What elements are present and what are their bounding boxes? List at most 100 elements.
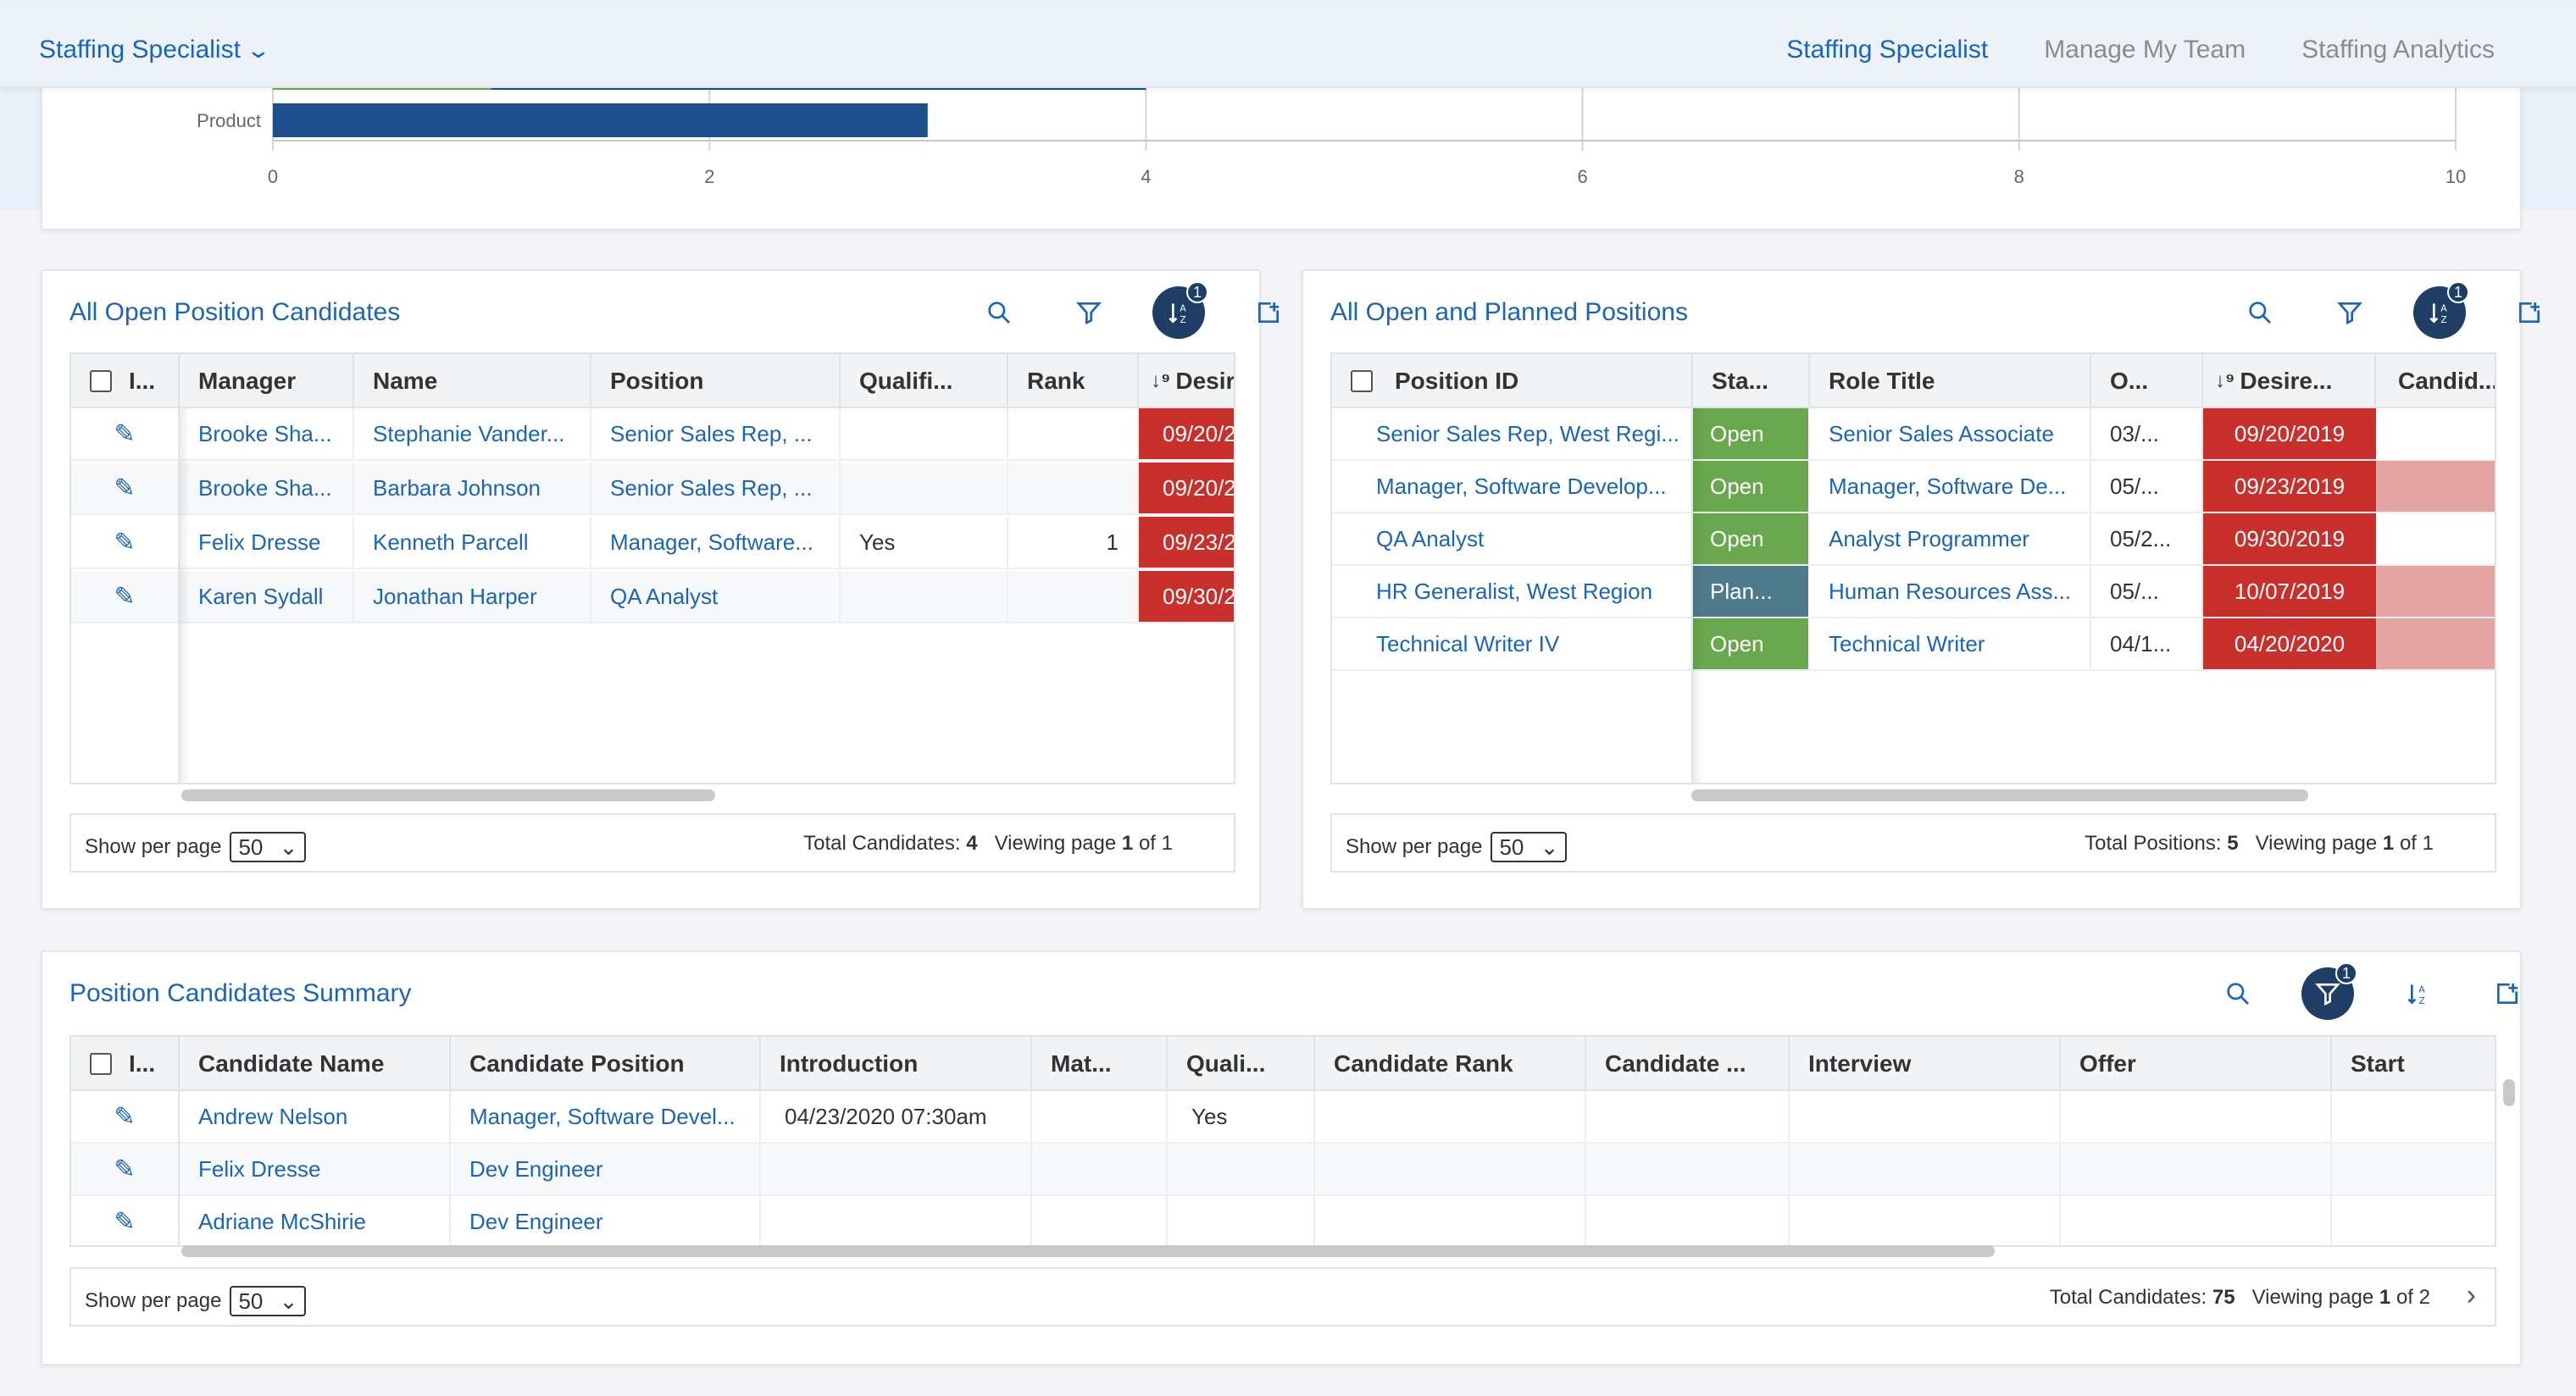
sort-icon[interactable]: AZ1 <box>1152 281 1208 339</box>
sort-icon[interactable]: AZ <box>2391 967 2444 1020</box>
export-icon[interactable] <box>2503 286 2556 339</box>
qualified-cell <box>1168 1196 1315 1245</box>
select-all-checkbox[interactable] <box>90 1053 112 1075</box>
position-cell[interactable]: Manager, Software... <box>591 517 841 568</box>
x-tick-label: 2 <box>704 166 714 187</box>
col-position-id[interactable]: Position ID <box>1332 354 1693 408</box>
candidate-position-cell[interactable]: Dev Engineer <box>451 1196 761 1245</box>
col-offer[interactable]: Offer <box>2061 1037 2332 1091</box>
search-icon[interactable] <box>973 286 1025 339</box>
nav-manage-my-team[interactable]: Manage My Team <box>2044 36 2246 64</box>
filter-count-badge: 1 <box>2335 962 2357 984</box>
col-position[interactable]: Position <box>591 354 841 408</box>
col-candidate-rank[interactable]: Candidate Rank <box>1315 1037 1586 1091</box>
role-title-cell[interactable]: Technical Writer <box>1810 618 2091 669</box>
panel-title: All Open and Planned Positions <box>1330 298 1688 326</box>
app-switcher[interactable]: Staffing Specialist ⌄ <box>39 36 271 64</box>
role-title-cell[interactable]: Human Resources Ass... <box>1810 566 2091 617</box>
role-title-cell[interactable]: Senior Sales Associate <box>1810 408 2091 459</box>
col-introduction[interactable]: Introduction <box>761 1037 1032 1091</box>
col-desired[interactable]: ↓⁹Desire <box>1139 354 1234 408</box>
chevron-down-icon: ⌄ <box>279 834 298 860</box>
name-cell[interactable]: Kenneth Parcell <box>354 517 591 568</box>
filter-icon[interactable]: 1 <box>2301 962 2357 1020</box>
col-matched[interactable]: Mat... <box>1032 1037 1168 1091</box>
col-interview[interactable]: Interview <box>1790 1037 2061 1091</box>
empty-cell <box>2061 1091 2332 1142</box>
select-all-checkbox[interactable] <box>90 370 112 392</box>
col-qualified[interactable]: Qualifi... <box>841 354 1008 408</box>
role-title-cell[interactable]: Manager, Software De... <box>1810 461 2091 512</box>
frozen-column-shadow <box>180 408 190 783</box>
opened-cell: 03/... <box>2091 408 2203 459</box>
col-candidates[interactable]: Candid... <box>2376 354 2495 408</box>
col-status[interactable]: Sta... <box>1693 354 1810 408</box>
panel-toolbar: AZ1 <box>2234 281 2556 339</box>
select-all-checkbox[interactable] <box>1351 370 1373 392</box>
table-row[interactable]: ✎ Brooke Sha... Stephanie Vander... Senior … <box>71 408 1234 461</box>
candidate-name-cell[interactable]: Adriane McShirie <box>180 1196 451 1245</box>
search-icon[interactable] <box>2212 967 2264 1020</box>
name-cell[interactable]: Stephanie Vander... <box>354 408 591 459</box>
sort-icon[interactable]: AZ1 <box>2413 281 2469 339</box>
filter-icon[interactable] <box>2323 286 2376 339</box>
x-tick-label: 6 <box>1577 166 1587 187</box>
manager-cell[interactable]: Brooke Sha... <box>180 408 354 459</box>
col-manager[interactable]: Manager <box>180 354 354 408</box>
nav-staffing-specialist[interactable]: Staffing Specialist <box>1786 36 1988 64</box>
export-icon[interactable] <box>2481 967 2534 1020</box>
position-cell[interactable]: Senior Sales Rep, ... <box>591 408 841 459</box>
col-name[interactable]: Name <box>354 354 591 408</box>
position-cell[interactable]: Senior Sales Rep, ... <box>591 463 841 513</box>
rank-cell <box>1008 408 1139 459</box>
manager-cell[interactable]: Brooke Sha... <box>180 463 354 513</box>
per-page-select[interactable]: 50 ⌄ <box>230 832 307 862</box>
name-cell[interactable]: Barbara Johnson <box>354 463 591 513</box>
nav-staffing-analytics[interactable]: Staffing Analytics <box>2301 36 2495 64</box>
desired-date-cell: 04/20/2020 <box>2203 618 2376 669</box>
frozen-column-shadow <box>1693 408 1703 783</box>
col-rank[interactable]: Rank <box>1008 354 1139 408</box>
search-icon[interactable] <box>2234 286 2286 339</box>
grid-header: I... Manager Name Position Qualifi... Ra… <box>71 354 1234 408</box>
matched-cell <box>1032 1144 1168 1194</box>
panel-toolbar: AZ1 <box>973 281 1295 339</box>
horizontal-scrollbar[interactable] <box>181 789 715 801</box>
per-page-select[interactable]: 50 ⌄ <box>1491 832 1568 862</box>
horizontal-scrollbar[interactable] <box>1691 789 2308 801</box>
name-cell[interactable]: Jonathan Harper <box>354 571 591 622</box>
table-row[interactable]: ✎ Karen Sydall Jonathan Harper QA Analyst 09… <box>71 571 1234 623</box>
chevron-right-icon[interactable]: › <box>2467 1279 2476 1312</box>
per-page-select[interactable]: 50 ⌄ <box>230 1286 307 1316</box>
vertical-scrollbar[interactable] <box>2503 1079 2515 1106</box>
role-title-cell[interactable]: Analyst Programmer <box>1810 513 2091 564</box>
empty-cell <box>1790 1091 2061 1142</box>
candidate-position-cell[interactable]: Dev Engineer <box>451 1144 761 1194</box>
table-row[interactable]: ✎ Felix Dresse Kenneth Parcell Manager, Sof… <box>71 517 1234 569</box>
candidate-position-cell[interactable]: Manager, Software Devel... <box>451 1091 761 1142</box>
candidate-name-cell[interactable]: Felix Dresse <box>180 1144 451 1194</box>
col-qualified[interactable]: Quali... <box>1168 1037 1315 1091</box>
candidate-name-cell[interactable]: Andrew Nelson <box>180 1091 451 1142</box>
col-candidate-position[interactable]: Candidate Position <box>451 1037 761 1091</box>
table-row[interactable]: ✎ Brooke Sha... Barbara Johnson Senior Sale… <box>71 463 1234 515</box>
table-row[interactable]: ✎ Andrew Nelson Manager, Software Devel...… <box>71 1091 2495 1144</box>
col-desired[interactable]: ↓⁹ Desire... <box>2203 354 2376 408</box>
x-tick-label: 4 <box>1141 166 1151 187</box>
export-icon[interactable] <box>1242 286 1295 339</box>
col-candidate-status[interactable]: Candidate ... <box>1586 1037 1790 1091</box>
manager-cell[interactable]: Felix Dresse <box>180 517 354 568</box>
empty-cell <box>2061 1144 2332 1194</box>
app-switcher-label: Staffing Specialist <box>39 36 241 64</box>
col-candidate-name[interactable]: Candidate Name <box>180 1037 451 1091</box>
table-row[interactable]: ✎ Felix Dresse Dev Engineer <box>71 1144 2495 1196</box>
col-start[interactable]: Start <box>2332 1037 2495 1091</box>
filter-icon[interactable] <box>1063 286 1115 339</box>
col-role-title[interactable]: Role Title <box>1810 354 2091 408</box>
horizontal-scrollbar[interactable] <box>181 1245 1995 1257</box>
table-row[interactable]: ✎ Adriane McShirie Dev Engineer <box>71 1196 2495 1245</box>
empty-cell <box>2061 1196 2332 1245</box>
manager-cell[interactable]: Karen Sydall <box>180 571 354 622</box>
position-cell[interactable]: QA Analyst <box>591 571 841 622</box>
col-opened[interactable]: O... <box>2091 354 2203 408</box>
